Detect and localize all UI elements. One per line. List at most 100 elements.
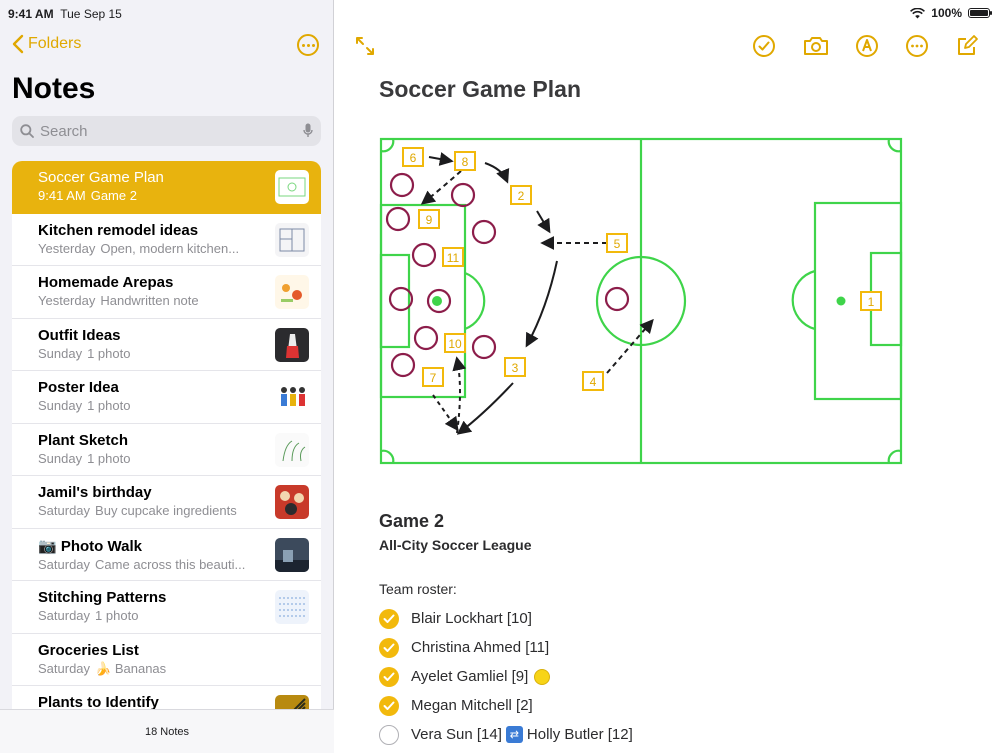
note-title[interactable]: Soccer Game Plan: [379, 76, 581, 103]
field-dots: [432, 296, 846, 306]
note-list-item[interactable]: Soccer Game Plan 9:41 AM Game 2: [12, 161, 321, 214]
player-number: 11: [447, 251, 460, 265]
player-number: 2: [518, 189, 525, 203]
search-placeholder: Search: [40, 122, 88, 140]
back-to-folders-button[interactable]: Folders: [12, 34, 81, 54]
checked-checkbox[interactable]: [379, 666, 399, 687]
note-item-preview: Handwritten note: [100, 293, 199, 308]
microphone-icon[interactable]: [303, 123, 313, 139]
note-thumbnail: [275, 537, 309, 572]
note-item-date: Saturday: [38, 608, 91, 623]
note-list-item[interactable]: Homemade Arepas Yesterday Handwritten note: [12, 266, 321, 319]
note-item-subtitle: Sunday 1 photo: [38, 451, 264, 466]
more-icon[interactable]: [905, 34, 929, 58]
player-number: 9: [426, 213, 433, 227]
checked-checkbox[interactable]: [379, 695, 399, 716]
note-item-subtitle: Sunday 1 photo: [38, 346, 264, 361]
note-thumbnail: [275, 275, 309, 309]
compose-icon[interactable]: [955, 34, 979, 58]
player-label: 2: [510, 185, 532, 205]
player-label: 5: [606, 233, 628, 253]
back-label: Folders: [28, 35, 82, 52]
roster-label[interactable]: Team roster:: [379, 581, 457, 597]
player-label: 7: [422, 367, 444, 387]
note-item-subtitle: Yesterday Open, modern kitchen...: [38, 241, 264, 256]
player-label: 8: [454, 151, 476, 171]
note-thumbnail: [275, 485, 309, 519]
roster-item: Ayelet Gamliel [9]: [379, 662, 633, 691]
roster-name[interactable]: Ayelet Gamliel [9]: [411, 668, 528, 685]
player-label: 3: [504, 357, 526, 377]
player-number: 3: [512, 361, 519, 375]
note-thumbnail: [275, 695, 309, 709]
note-list-item[interactable]: Plants to Identify: [12, 686, 321, 709]
note-thumbnail: [275, 432, 309, 467]
note-list-item[interactable]: Groceries List Saturday 🍌 Bananas: [12, 634, 321, 686]
note-list-item[interactable]: Poster Idea Sunday 1 photo: [12, 371, 321, 424]
notes-list: Soccer Game Plan 9:41 AM Game 2 Kitchen rem…: [12, 161, 321, 709]
roster-name[interactable]: Vera Sun [14]: [411, 726, 502, 743]
wifi-icon: [910, 7, 926, 18]
note-thumbnail: [275, 170, 309, 204]
checklist-icon[interactable]: [752, 34, 776, 58]
note-item-subtitle: Saturday 1 photo: [38, 608, 264, 623]
player-label: 6: [402, 147, 424, 167]
note-list-item[interactable]: Jamil's birthday Saturday Buy cupcake ingr…: [12, 476, 321, 529]
battery-percent: 100%: [931, 6, 962, 20]
note-item-preview: Buy cupcake ingredients: [95, 503, 237, 518]
player-number: 7: [430, 371, 437, 385]
notes-count-footer: 18 Notes: [0, 709, 334, 753]
note-item-preview: 1 photo: [95, 608, 139, 623]
note-list-item[interactable]: Plant Sketch Sunday 1 photo: [12, 424, 321, 476]
note-item-date: Sunday: [38, 398, 83, 413]
roster-item: Christina Ahmed [11]: [379, 633, 633, 662]
player-label: 10: [444, 333, 466, 353]
soccer-field-sketch[interactable]: 6 8 2 9 5 11 10 3 7 4 1: [377, 133, 907, 471]
expand-icon[interactable]: [353, 34, 377, 58]
note-item-date: Saturday: [38, 660, 91, 676]
note-item-date: Saturday: [38, 503, 91, 518]
note-thumbnail: [275, 222, 309, 257]
roster-name[interactable]: Blair Lockhart [10]: [411, 610, 532, 627]
player-label: 1: [860, 291, 882, 311]
search-field[interactable]: Search: [12, 116, 321, 146]
markup-pen-icon[interactable]: [855, 34, 879, 58]
checked-checkbox[interactable]: [379, 608, 399, 629]
player-number: 4: [590, 375, 597, 389]
note-list-item[interactable]: Kitchen remodel ideas Yesterday Open, mode…: [12, 214, 321, 266]
roster-swap-name[interactable]: Holly Butler [12]: [527, 726, 633, 743]
player-number: 1: [868, 295, 875, 309]
sidebar-title: Notes: [12, 72, 96, 105]
camera-icon[interactable]: [803, 34, 829, 58]
note-item-date: 9:41 AM: [38, 188, 86, 203]
player-label: 11: [442, 247, 464, 267]
play-arrows: [420, 152, 654, 435]
unchecked-checkbox[interactable]: [379, 724, 399, 745]
roster-item: Vera Sun [14] ⇄ Holly Butler [12]: [379, 720, 633, 749]
player-number: 8: [462, 155, 469, 169]
status-right: 100%: [910, 6, 992, 20]
roster-item: Blair Lockhart [10]: [379, 604, 633, 633]
note-list-item[interactable]: Stitching Patterns Saturday 1 photo: [12, 581, 321, 634]
search-icon: [20, 124, 34, 138]
note-item-preview: 1 photo: [87, 450, 131, 466]
note-thumbnail: [275, 590, 309, 624]
soccer-ball-icon: [534, 668, 551, 685]
note-heading[interactable]: Game 2: [379, 511, 444, 532]
roster-name[interactable]: Megan Mitchell [2]: [411, 697, 533, 714]
note-item-date: Saturday: [38, 556, 91, 572]
note-item-subtitle: Saturday 🍌 Bananas: [38, 661, 264, 677]
checked-checkbox[interactable]: [379, 637, 399, 658]
sidebar-more-button[interactable]: [297, 34, 319, 56]
note-item-subtitle: Saturday Came across this beauti...: [38, 557, 264, 572]
note-subheading[interactable]: All-City Soccer League: [379, 537, 532, 553]
player-label: 4: [582, 371, 604, 391]
battery-icon: [968, 8, 992, 18]
roster-name[interactable]: Christina Ahmed [11]: [411, 639, 549, 656]
note-list-item[interactable]: 📷 Photo Walk Saturday Came across this bea…: [12, 529, 321, 581]
note-list-item[interactable]: Outfit Ideas Sunday 1 photo: [12, 319, 321, 371]
player-label: 9: [418, 209, 440, 229]
swap-icon: ⇄: [505, 726, 523, 743]
note-thumbnail: [275, 327, 309, 362]
notes-sidebar: Folders Notes Search Soccer Game Plan 9:4…: [0, 0, 334, 753]
